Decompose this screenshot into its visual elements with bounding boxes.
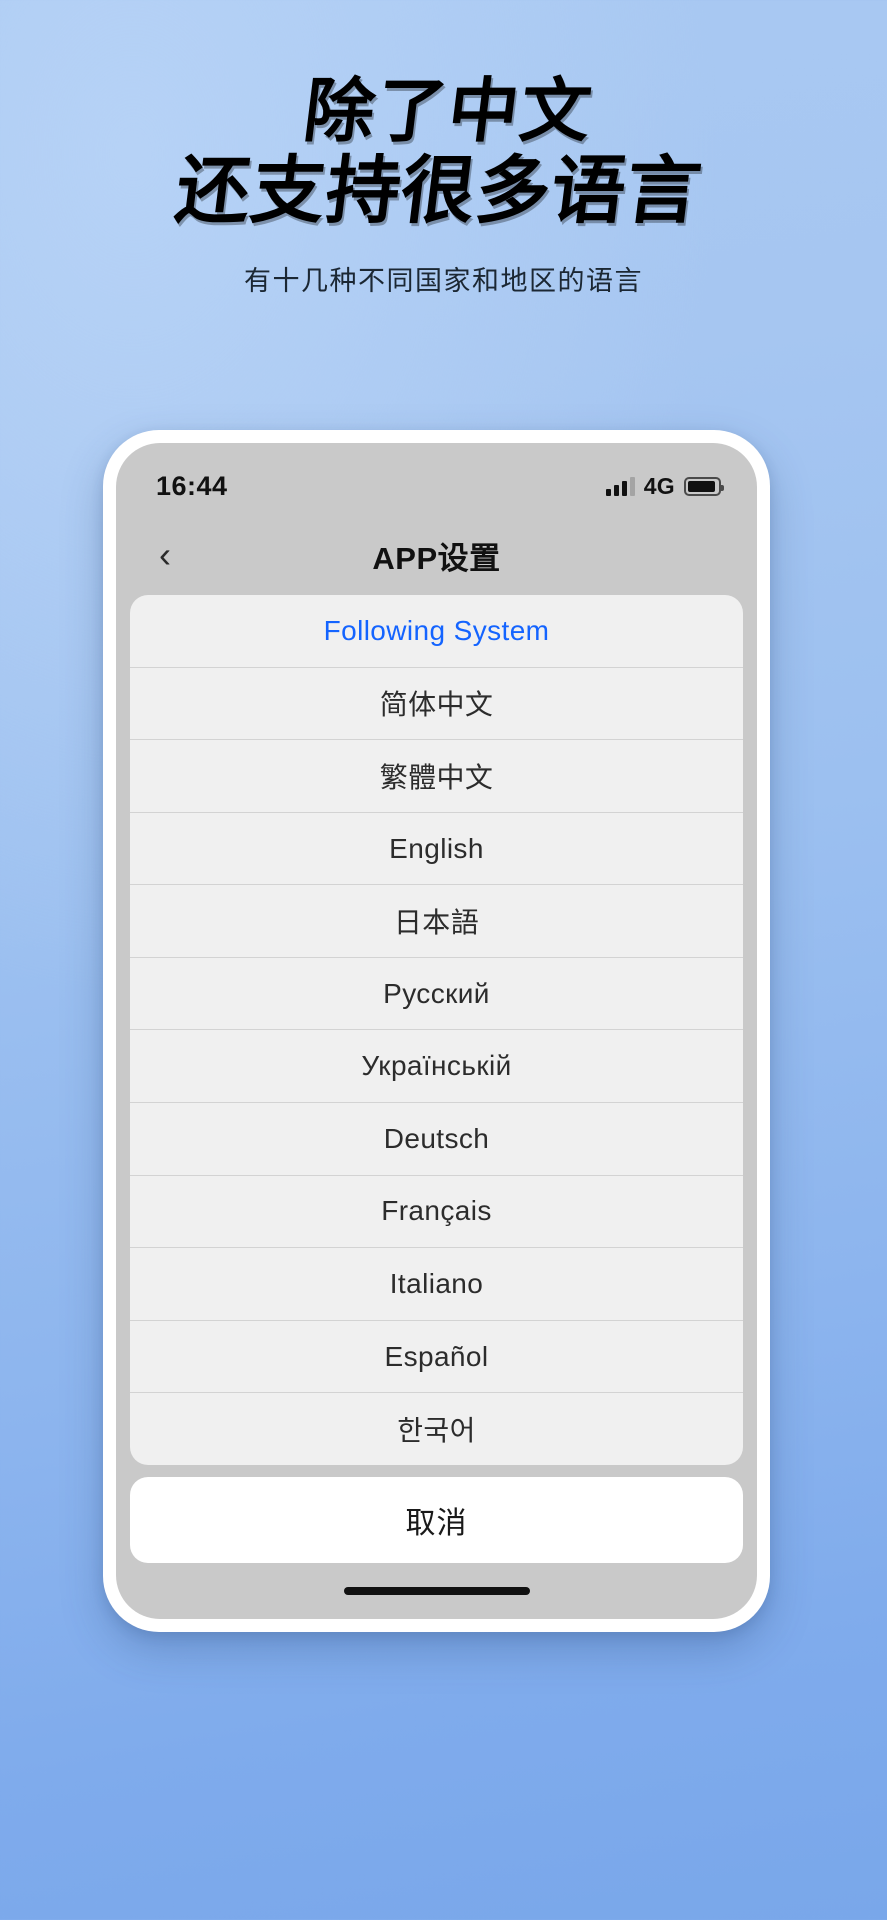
language-option-french[interactable]: Français [130,1176,743,1249]
network-type-label: 4G [643,472,675,499]
language-action-sheet: Following System 简体中文 繁體中文 English 日本語 Р… [116,595,757,1563]
language-option-ukrainian[interactable]: Українській [130,1030,743,1104]
home-indicator[interactable] [343,1587,530,1595]
language-option-simplified-chinese[interactable]: 简体中文 [130,668,743,741]
chevron-left-icon[interactable]: ‹ [138,528,192,582]
status-bar-clock: 16:44 [156,470,228,501]
home-indicator-area [116,1563,757,1619]
language-option-japanese[interactable]: 日本語 [130,885,743,958]
promo-headline-line1: 除了中文 [299,70,598,152]
language-option-list: Following System 简体中文 繁體中文 English 日本語 Р… [130,595,743,1465]
phone-screen: 16:44 4G ‹ APP设置 Following System 简体中文 繁… [116,443,757,1619]
language-option-spanish[interactable]: Español [130,1321,743,1394]
page-title: APP设置 [372,540,501,576]
phone-mockup: 16:44 4G ‹ APP设置 Following System 简体中文 繁… [103,430,770,1632]
battery-icon [684,476,724,496]
language-option-korean[interactable]: 한국어 [130,1393,743,1465]
language-option-italian[interactable]: Italiano [130,1248,743,1321]
language-option-following-system[interactable]: Following System [130,595,743,668]
promo-subheadline: 有十几种不同国家和地区的语言 [244,266,643,297]
language-option-english[interactable]: English [130,813,743,886]
language-option-german[interactable]: Deutsch [130,1103,743,1176]
status-bar-indicators: 4G [605,472,724,500]
status-bar: 16:44 4G [116,443,757,515]
language-option-russian[interactable]: Русский [130,958,743,1031]
promo-headline: 除了中文 还支持很多语言 [0,70,887,235]
cancel-button[interactable]: 取消 [130,1477,743,1563]
language-option-traditional-chinese[interactable]: 繁體中文 [130,740,743,813]
promo-headline-line2: 还支持很多语言 [170,148,707,235]
nav-bar: ‹ APP设置 [116,515,757,595]
promo-header: 除了中文 还支持很多语言 有十几种不同国家和地区的语言 [0,0,887,298]
signal-bars-icon [605,476,635,496]
